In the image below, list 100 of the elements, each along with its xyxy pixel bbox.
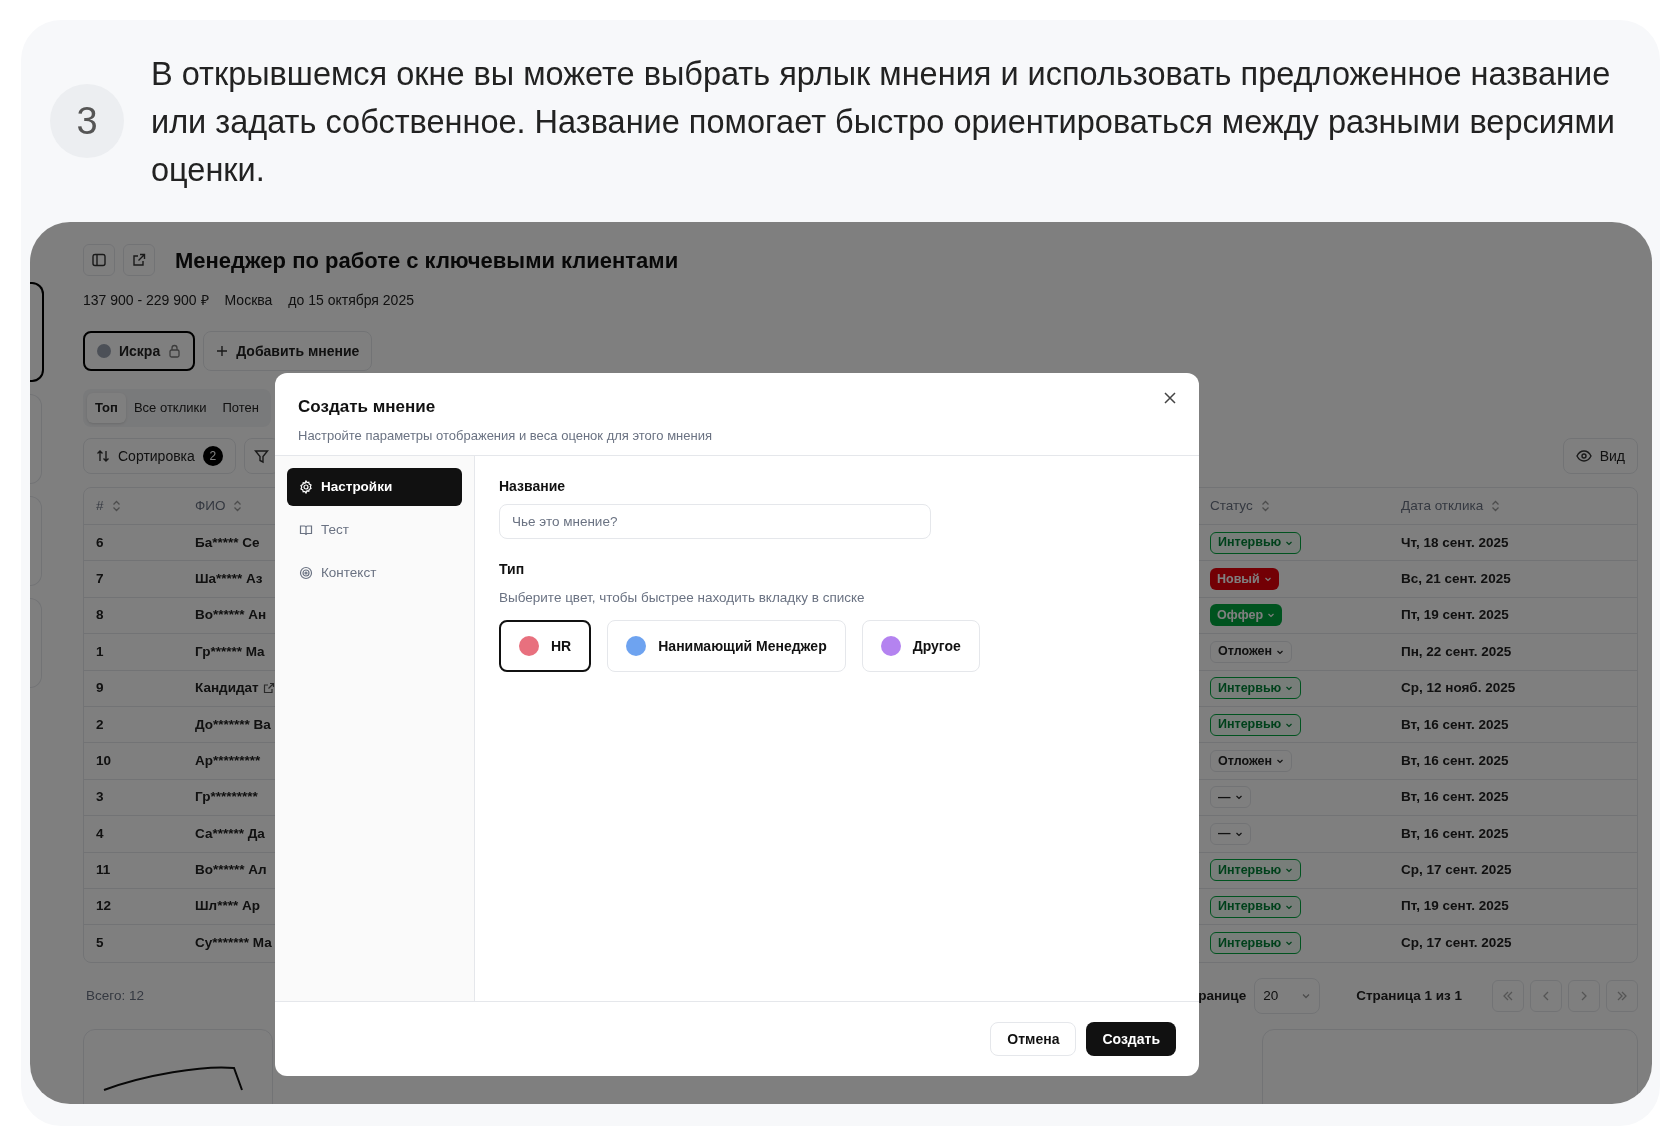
previous-page-icon[interactable] xyxy=(1530,979,1562,1012)
table-cell-text: Са****** Да xyxy=(195,824,265,843)
caret-icon xyxy=(1276,757,1285,766)
table-cell-text: Ар********* xyxy=(195,751,261,770)
filter-tab[interactable]: Топ xyxy=(87,393,126,423)
table-cell-text: Шл**** Ар xyxy=(195,897,260,916)
type-option[interactable]: HR xyxy=(499,620,592,673)
table-cell-text: 2 xyxy=(95,715,105,734)
caret-icon xyxy=(1285,939,1294,948)
dialog-nav-item[interactable]: Контекст xyxy=(287,554,462,592)
table-cell-text: 8 xyxy=(95,606,105,625)
book-icon xyxy=(299,523,313,537)
sort-icon xyxy=(1491,500,1501,512)
sort-icon xyxy=(1260,500,1270,512)
dialog-nav-item[interactable]: Настройки xyxy=(287,468,462,506)
status-dropdown[interactable]: — xyxy=(1210,822,1251,845)
vacancy-detail: до 15 октября 2025 xyxy=(288,291,414,310)
total-count: Всего: 12 xyxy=(86,986,144,1005)
table-cell-text: Вт, 16 сент. 2025 xyxy=(1401,788,1510,807)
table-cell-text: 7 xyxy=(95,569,105,588)
table-cell-text: До******* Ва xyxy=(195,715,271,734)
table-cell-text: Ша***** Аз xyxy=(195,569,263,588)
type-option[interactable]: Нанимающий Менеджер xyxy=(607,620,846,673)
caret-icon xyxy=(1267,611,1276,620)
table-cell-text: Вт, 16 сент. 2025 xyxy=(1401,715,1510,734)
column-header[interactable]: Дата отклика xyxy=(1401,495,1637,517)
status-dropdown[interactable]: Отложен xyxy=(1210,750,1293,773)
status-dropdown[interactable]: Интервью xyxy=(1210,895,1302,918)
table-cell-text: 12 xyxy=(95,897,113,916)
table-cell-text: Ср, 12 нояб. 2025 xyxy=(1401,679,1517,698)
table-cell-text: Чт, 18 сент. 2025 xyxy=(1401,533,1510,552)
external-link-icon[interactable] xyxy=(262,682,275,695)
sort-icon xyxy=(233,500,243,512)
status-dropdown[interactable]: Отложен xyxy=(1210,640,1293,663)
vacancy-title: Менеджер по работе с ключевыми клиентами xyxy=(175,246,679,275)
table-cell-text: Пн, 22 сент. 2025 xyxy=(1401,642,1513,661)
table-cell-text: 5 xyxy=(95,934,105,953)
table-cell-text: Вс, 21 сент. 2025 xyxy=(1401,569,1512,588)
status-dropdown[interactable]: Интервью xyxy=(1210,932,1302,955)
table-cell-text: Пт, 19 сент. 2025 xyxy=(1401,897,1510,916)
sort-button[interactable]: Сортировка 2 xyxy=(83,438,236,474)
next-page-icon[interactable] xyxy=(1568,979,1600,1012)
rows-per-page-label: ранице xyxy=(1198,986,1247,1005)
table-cell-text: Вт, 16 сент. 2025 xyxy=(1401,824,1510,843)
cancel-button[interactable]: Отмена xyxy=(990,1022,1077,1056)
table-cell-text: Пт, 19 сент. 2025 xyxy=(1401,606,1510,625)
status-dropdown[interactable]: Интервью xyxy=(1210,859,1302,882)
last-page-icon[interactable] xyxy=(1606,979,1638,1012)
first-page-icon[interactable] xyxy=(1492,979,1524,1012)
table-cell-text: 10 xyxy=(95,751,113,770)
filter-tab[interactable]: Все отклики xyxy=(125,393,215,423)
create-button[interactable]: Создать xyxy=(1086,1022,1176,1056)
filter-tab[interactable]: Потен xyxy=(214,393,267,423)
status-dropdown[interactable]: Интервью xyxy=(1210,531,1302,554)
status-dropdown[interactable]: — xyxy=(1210,786,1251,809)
instruction-text: В открывшемся окне вы можете выбрать ярлык мнения и использовать предложенное название или задать собственное. Название помогает быстро ориентироваться между разными версиями оценки. xyxy=(151,55,1616,190)
target-icon xyxy=(299,566,313,580)
eye-icon xyxy=(1575,448,1592,464)
rows-per-page-select[interactable]: 20 xyxy=(1254,977,1321,1014)
plus-icon xyxy=(216,345,229,357)
column-header[interactable]: # xyxy=(84,495,195,517)
vacancy-detail: Москва xyxy=(224,291,273,310)
caret-icon xyxy=(1263,575,1272,584)
dialog-nav-item[interactable]: Тест xyxy=(287,511,462,549)
caret-icon xyxy=(1285,684,1294,693)
table-cell-text: Вт, 16 сент. 2025 xyxy=(1401,751,1510,770)
table-cell-text: Во****** Ан xyxy=(195,606,267,625)
table-cell-text: 9 xyxy=(95,679,105,698)
table-cell-text: Ср, 17 сент. 2025 xyxy=(1401,861,1513,880)
table-cell-text: 6 xyxy=(95,533,105,552)
name-input[interactable]: Чье это мнение? xyxy=(499,504,931,539)
table-cell-text: Ба***** Се xyxy=(195,533,260,552)
sort-icon xyxy=(96,449,110,463)
table-cell-text: Гр********* xyxy=(195,788,258,807)
count-badge: 2 xyxy=(202,446,223,466)
opinion-tab[interactable]: Искра xyxy=(83,331,196,371)
status-dropdown[interactable]: Интервью xyxy=(1210,713,1302,736)
field-label: Тип xyxy=(499,560,526,579)
sidebar-toggle-icon[interactable] xyxy=(83,244,115,276)
dialog-subtitle: Настройте параметры отображения и веса оценок для этого мнения xyxy=(298,426,713,445)
table-cell-text: Су******* Ма xyxy=(195,934,272,953)
field-hint: Выберите цвет, чтобы быстрее находить вкладку в списке xyxy=(499,589,866,607)
dialog-title: Создать мнение xyxy=(298,396,436,418)
column-header[interactable]: Статус xyxy=(1210,495,1401,517)
status-dropdown[interactable]: Интервью xyxy=(1210,677,1302,700)
table-cell-text: Гр****** Ма xyxy=(195,642,265,661)
add-opinion-button[interactable]: Добавить мнение xyxy=(203,331,373,371)
table-cell-text: Кандидат xyxy=(195,679,259,698)
vacancy-detail: 137 900 - 229 900 ₽ xyxy=(83,291,209,310)
table-cell-text: 4 xyxy=(95,824,105,843)
caret-icon xyxy=(1285,866,1294,875)
table-cell-text: Во****** Ал xyxy=(195,861,267,880)
sort-icon xyxy=(111,500,121,512)
field-label: Название xyxy=(499,477,567,496)
settings-icon xyxy=(299,480,313,494)
page-indicator: Страница 1 из 1 xyxy=(1356,986,1462,1005)
table-cell-text: 3 xyxy=(95,788,105,807)
view-button[interactable]: Вид xyxy=(1562,438,1638,474)
type-option[interactable]: Другое xyxy=(861,620,980,673)
status-dropdown[interactable]: Новый xyxy=(1210,568,1279,591)
